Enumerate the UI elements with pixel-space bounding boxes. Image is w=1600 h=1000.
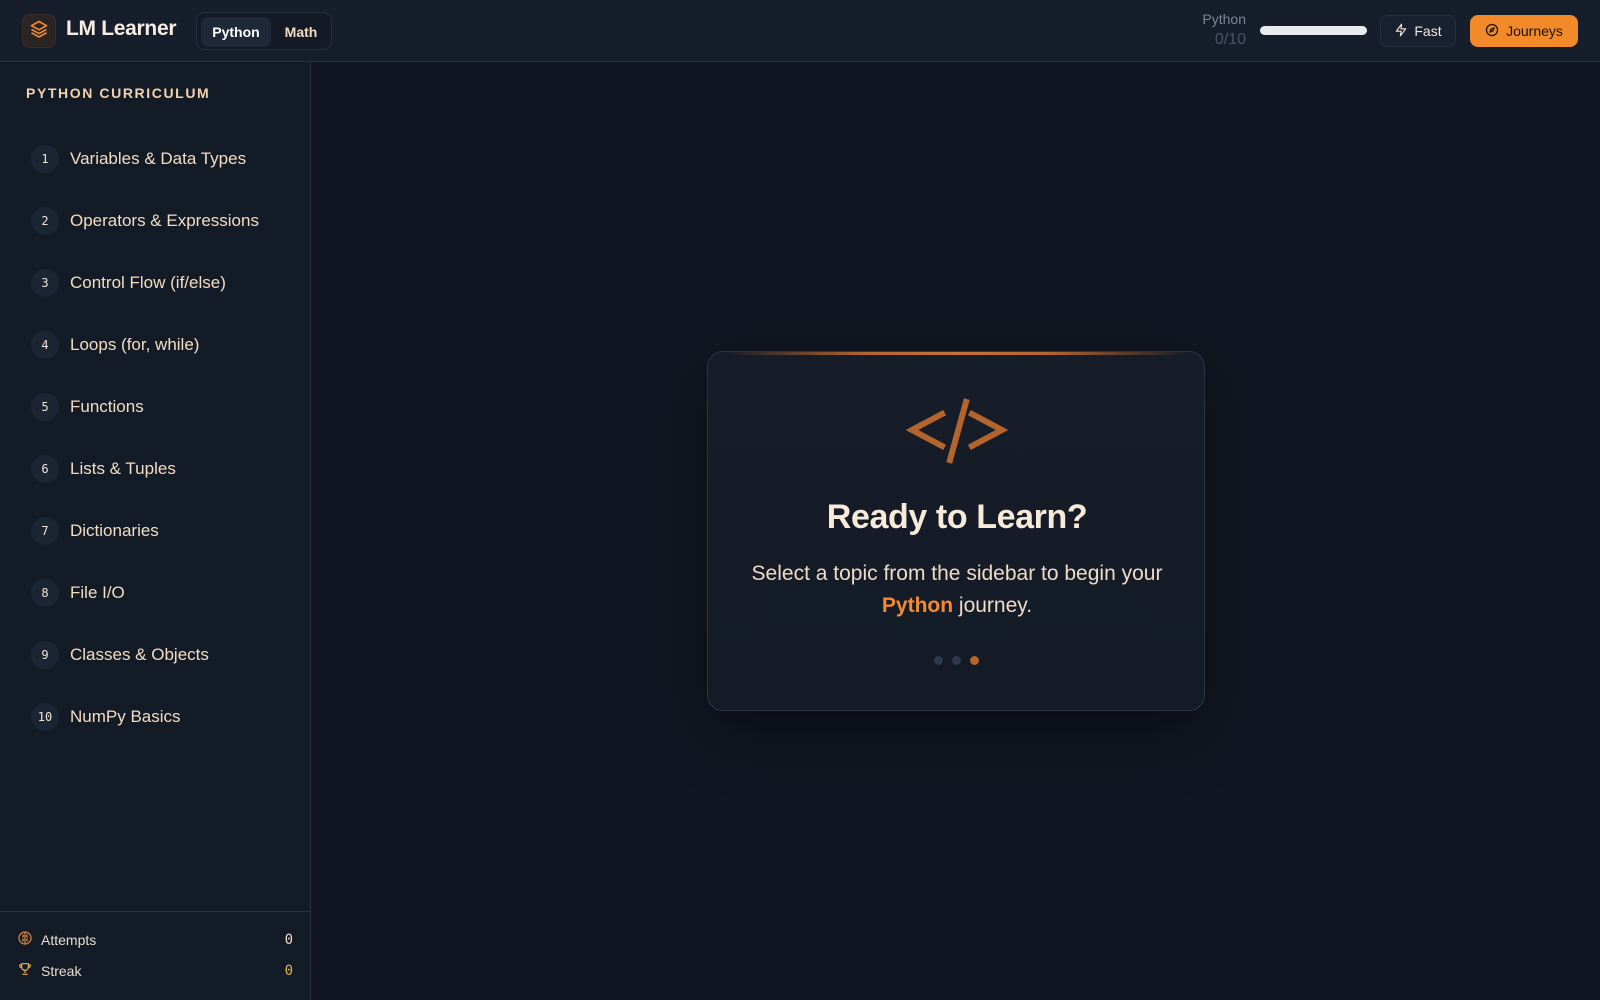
dot-indicator (970, 656, 979, 665)
streak-label: Streak (41, 963, 82, 979)
topic-number: 2 (31, 207, 59, 235)
brain-icon (17, 930, 33, 951)
progress-count: 0/10 (1214, 31, 1246, 48)
card-title: Ready to Learn? (826, 498, 1088, 536)
topic-number: 7 (31, 517, 59, 545)
sidebar-item-classes-objects[interactable]: 9 Classes & Objects (22, 631, 292, 679)
trophy-icon (17, 961, 33, 982)
sidebar-item-operators-expressions[interactable]: 2 Operators & Expressions (22, 197, 292, 245)
sidebar-item-lists-tuples[interactable]: 6 Lists & Tuples (22, 445, 292, 493)
journeys-button[interactable]: Journeys (1470, 15, 1578, 47)
top-bar: LM Learner Python Math Python 0/10 Fast … (0, 0, 1600, 62)
topic-number: 3 (31, 269, 59, 297)
lightning-icon (1394, 23, 1408, 40)
attempts-label: Attempts (41, 932, 97, 948)
app-logo[interactable] (22, 14, 56, 48)
welcome-card: Ready to Learn? Select a topic from the … (707, 351, 1205, 711)
attempts-value: 0 (284, 932, 293, 948)
dot-indicator (934, 656, 943, 665)
topic-label: Operators & Expressions (70, 211, 259, 230)
card-text-before: Select a topic from the sidebar to begin… (751, 562, 1163, 585)
topic-number: 8 (31, 579, 59, 607)
sidebar-item-numpy-basics[interactable]: 10 NumPy Basics (22, 693, 292, 741)
topic-number: 4 (31, 331, 59, 359)
progress-bar (1260, 26, 1367, 35)
code-brackets-icon (904, 396, 1010, 473)
sidebar-item-file-io[interactable]: 8 File I/O (22, 569, 292, 617)
topic-label: File I/O (70, 583, 125, 602)
layers-icon (29, 19, 49, 44)
card-accent-line (728, 352, 1186, 355)
card-text-highlight: Python (881, 594, 954, 617)
topic-label: NumPy Basics (70, 707, 181, 726)
card-text-after: journey. (953, 594, 1033, 617)
sidebar: PYTHON CURRICULUM 1 Variables & Data Typ… (0, 62, 311, 1000)
topic-label: Dictionaries (70, 521, 159, 540)
topic-label: Lists & Tuples (70, 459, 176, 478)
dot-indicator (952, 656, 961, 665)
app-title: LM Learner (66, 17, 177, 40)
topic-label: Loops (for, while) (70, 335, 200, 354)
topic-label: Functions (70, 397, 144, 416)
attempts-stat: Attempts 0 (17, 928, 293, 952)
sidebar-item-control-flow[interactable]: 3 Control Flow (if/else) (22, 259, 292, 307)
sidebar-item-dictionaries[interactable]: 7 Dictionaries (22, 507, 292, 555)
topic-label: Control Flow (if/else) (70, 273, 226, 292)
tab-python[interactable]: Python (201, 17, 271, 47)
card-description: Select a topic from the sidebar to begin… (748, 558, 1166, 622)
topic-number: 6 (31, 455, 59, 483)
sidebar-title: PYTHON CURRICULUM (26, 85, 211, 101)
sidebar-item-loops[interactable]: 4 Loops (for, while) (22, 321, 292, 369)
compass-icon (1485, 23, 1499, 40)
topic-number: 9 (31, 641, 59, 669)
topic-number: 10 (31, 703, 59, 731)
progress-subject-label: Python (1202, 11, 1246, 27)
streak-stat: Streak 0 (17, 959, 293, 983)
streak-value: 0 (284, 963, 293, 979)
sidebar-item-variables-data-types[interactable]: 1 Variables & Data Types (22, 135, 292, 183)
fast-mode-button[interactable]: Fast (1380, 15, 1456, 47)
journeys-label: Journeys (1506, 23, 1563, 39)
topic-number: 1 (31, 145, 59, 173)
topic-number: 5 (31, 393, 59, 421)
topic-label: Variables & Data Types (70, 149, 247, 168)
topic-label: Classes & Objects (70, 645, 209, 664)
tab-math[interactable]: Math (273, 17, 329, 47)
fast-mode-label: Fast (1414, 23, 1442, 39)
sidebar-item-functions[interactable]: 5 Functions (22, 383, 292, 431)
subject-switcher: Python Math (196, 12, 332, 50)
loading-dots (934, 656, 979, 665)
stats-panel: Attempts 0 Streak 0 (0, 911, 311, 1000)
